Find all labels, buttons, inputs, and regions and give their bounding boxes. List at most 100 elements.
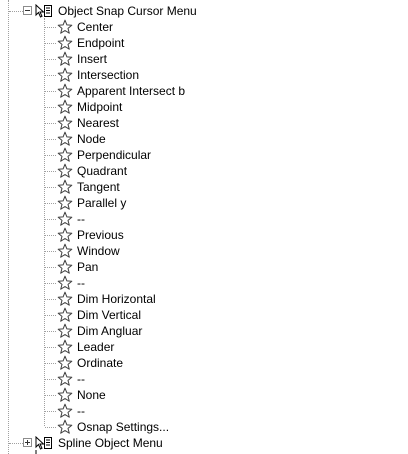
menu-cursor-icon (35, 4, 52, 18)
star-icon (57, 419, 73, 434)
menu-item-label: None (77, 388, 106, 402)
star-icon (57, 259, 73, 274)
menu-item-label: Apparent Intersect b (77, 84, 186, 98)
star-icon (57, 131, 73, 146)
tree-connector (45, 219, 56, 220)
menu-item[interactable]: Pan (0, 259, 408, 275)
menu-item[interactable]: -- (0, 275, 408, 291)
menu-item[interactable]: Window (0, 243, 408, 259)
menu-tree: Object Snap Cursor Menu Center Endpoint In… (0, 0, 408, 454)
menu-item-label: Osnap Settings... (77, 420, 170, 434)
tree-connector (45, 347, 56, 348)
expand-icon[interactable] (23, 438, 32, 447)
menu-item-label: Parallel y (77, 196, 127, 210)
menu-item-label: Endpoint (77, 36, 125, 50)
collapse-icon[interactable] (23, 6, 32, 15)
tree-connector (45, 379, 56, 380)
star-icon (57, 19, 73, 34)
menu-item[interactable]: -- (0, 371, 408, 387)
menu-item[interactable]: Quadrant (0, 163, 408, 179)
tree-connector (45, 235, 56, 236)
tree-connector (45, 187, 56, 188)
menu-item[interactable]: Node (0, 131, 408, 147)
menu-item-label: Quadrant (77, 164, 128, 178)
menu-item[interactable]: Intersection (0, 67, 408, 83)
star-icon (57, 403, 73, 418)
tree-node-object-snap-cursor-menu[interactable]: Object Snap Cursor Menu (0, 3, 408, 19)
menu-item[interactable]: -- (0, 403, 408, 419)
menu-item[interactable]: Parallel y (0, 195, 408, 211)
tree-connector (45, 91, 56, 92)
star-icon (57, 371, 73, 386)
menu-item[interactable]: Insert (0, 51, 408, 67)
menu-item[interactable]: Apparent Intersect b (0, 83, 408, 99)
menu-item[interactable]: Perpendicular (0, 147, 408, 163)
menu-item[interactable]: Ordinate (0, 355, 408, 371)
tree-connector (45, 123, 56, 124)
menu-item[interactable]: None (0, 387, 408, 403)
tree-connector (45, 411, 56, 412)
menu-item-label: Insert (77, 52, 108, 66)
tree-connector (45, 395, 56, 396)
tree-connector (45, 267, 56, 268)
menu-item-label: Center (77, 20, 114, 34)
star-icon (57, 291, 73, 306)
menu-item-label: Intersection (77, 68, 140, 82)
menu-item-label: Dim Horizontal (77, 292, 156, 306)
menu-item-label: Tangent (77, 180, 120, 194)
menu-item[interactable]: Dim Vertical (0, 307, 408, 323)
star-icon (57, 83, 73, 98)
menu-item-label: -- (77, 404, 85, 418)
tree-connector (45, 139, 56, 140)
tree-connector (45, 59, 56, 60)
star-icon (57, 227, 73, 242)
star-icon (57, 387, 73, 402)
menu-item-label: Nearest (77, 116, 120, 130)
tree-connector (45, 427, 56, 428)
menu-item[interactable]: Endpoint (0, 35, 408, 51)
tree-connector (45, 251, 56, 252)
menu-cursor-icon (35, 436, 52, 450)
tree-node-spline-object-menu[interactable]: Spline Object Menu (0, 435, 408, 451)
tree-connector (45, 315, 56, 316)
menu-item[interactable]: Leader (0, 339, 408, 355)
star-icon (57, 99, 73, 114)
tree-node-label: Spline Object Menu (58, 436, 163, 450)
tree-connector (45, 299, 56, 300)
menu-item[interactable]: Center (0, 19, 408, 35)
tree-connector (45, 363, 56, 364)
menu-item[interactable]: Dim Angluar (0, 323, 408, 339)
menu-item-label: Dim Angluar (77, 324, 143, 338)
menu-item-label: -- (77, 212, 85, 226)
menu-item[interactable]: Nearest (0, 115, 408, 131)
star-icon (57, 179, 73, 194)
star-icon (57, 35, 73, 50)
tree-connector (45, 283, 56, 284)
tree-connector (45, 203, 56, 204)
star-icon (57, 275, 73, 290)
star-icon (57, 355, 73, 370)
star-icon (57, 243, 73, 258)
tree-node-label: Object Snap Cursor Menu (58, 4, 197, 18)
star-icon (57, 163, 73, 178)
tree-connector (45, 331, 56, 332)
menu-item[interactable]: -- (0, 211, 408, 227)
menu-item[interactable]: Dim Horizontal (0, 291, 408, 307)
menu-item[interactable]: Midpoint (0, 99, 408, 115)
menu-item-label: Leader (77, 340, 115, 354)
tree-connector (45, 155, 56, 156)
tree-connector (45, 171, 56, 172)
menu-cursor-icon (35, 450, 37, 454)
menu-item-label: Midpoint (77, 100, 123, 114)
tree-connector (9, 443, 23, 444)
tree-connector (45, 43, 56, 44)
menu-item-label: Previous (77, 228, 124, 242)
menu-item-label: Node (77, 132, 106, 146)
menu-item-label: Ordinate (77, 356, 124, 370)
menu-item[interactable]: Tangent (0, 179, 408, 195)
star-icon (57, 323, 73, 338)
menu-item-label: Pan (77, 260, 99, 274)
menu-item[interactable]: Osnap Settings... (0, 419, 408, 435)
menu-item[interactable]: Previous (0, 227, 408, 243)
menu-item-label: -- (77, 276, 85, 290)
